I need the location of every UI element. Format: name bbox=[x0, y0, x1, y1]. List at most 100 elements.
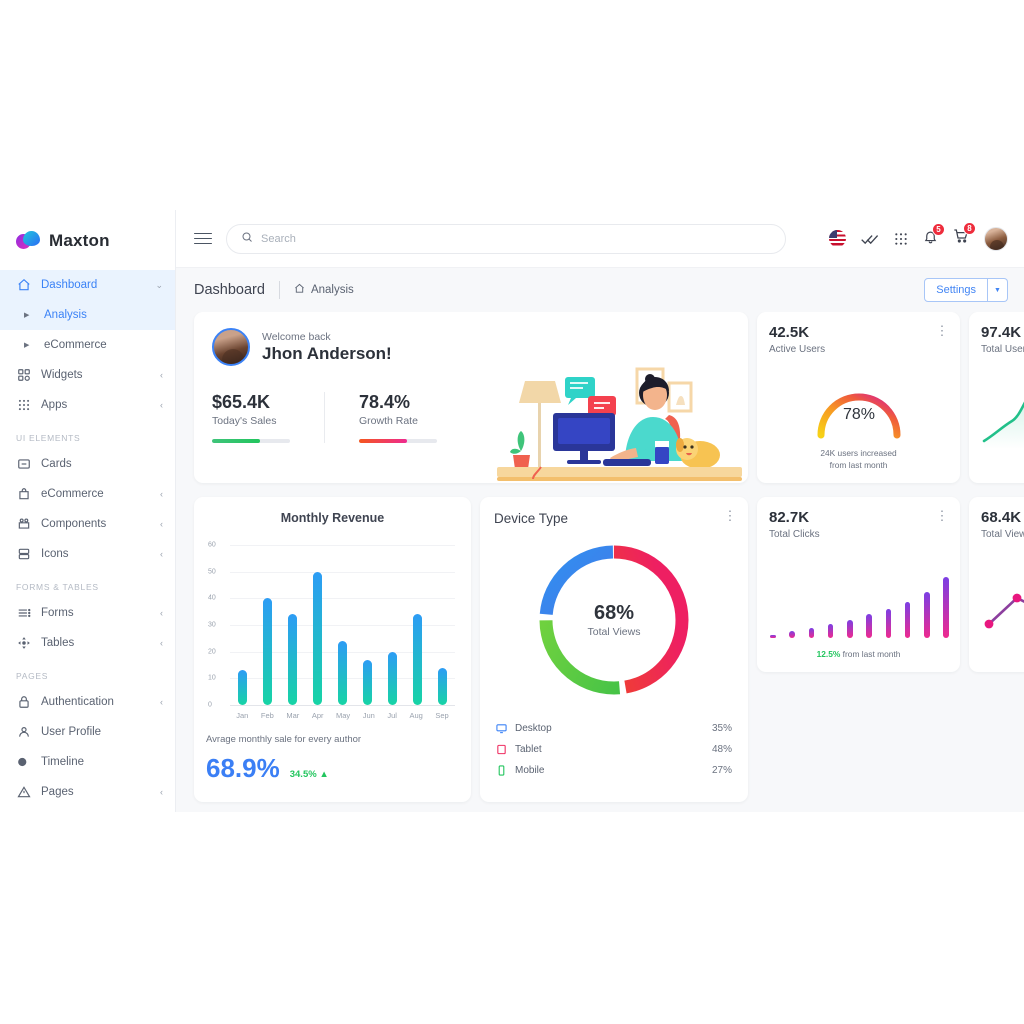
legend-value: 27% bbox=[711, 765, 732, 776]
sidebar-item-user-profile[interactable]: User Profile bbox=[0, 717, 175, 747]
hamburger-icon[interactable] bbox=[194, 229, 212, 247]
sidebar-item-pages[interactable]: Pages ‹ bbox=[0, 777, 175, 807]
monthly-revenue-card: Monthly Revenue 60 50 40 30 20 10 0 Jan … bbox=[194, 497, 471, 802]
notification-badge: 5 bbox=[932, 222, 945, 236]
sidebar-item-ecommerce[interactable]: eCommerce ‹ bbox=[0, 479, 175, 509]
x-tick: Jul bbox=[387, 711, 397, 720]
chevron-left-icon: ‹ bbox=[160, 370, 163, 380]
topbar-icons: 5 8 bbox=[829, 222, 1008, 251]
sidebar-item-widgets[interactable]: Widgets ‹ bbox=[0, 360, 175, 390]
legend-item-mobile: Mobile 27% bbox=[494, 760, 734, 781]
x-tick: May bbox=[336, 711, 351, 720]
brand-name: Maxton bbox=[49, 231, 110, 250]
mobile-icon bbox=[496, 765, 507, 776]
stat-label: Today's Sales bbox=[212, 415, 277, 427]
sidebar-item-tables[interactable]: Tables ‹ bbox=[0, 628, 175, 658]
us-flag-icon bbox=[829, 230, 846, 247]
dashboard-app: Maxton Dashboard ⌄ ▶ Analysis ▶ eCommerc… bbox=[0, 210, 1024, 812]
stat-label: Active Users bbox=[769, 343, 826, 355]
kebab-menu-icon[interactable]: ⋮ bbox=[936, 509, 950, 522]
main-area: 5 8 Dashboard Analysis Settings ▼ bbox=[176, 210, 1024, 812]
home-icon bbox=[16, 278, 31, 293]
legend-item-tablet: Tablet 48% bbox=[494, 739, 734, 760]
chevron-left-icon: ‹ bbox=[160, 519, 163, 529]
active-users-card: ⋮ 42.5K Active Users 78% 24K users incre… bbox=[757, 312, 960, 483]
sidebar-section-ui-elements: UI ELEMENTS bbox=[16, 433, 81, 443]
total-views-card: ⋮ 68.4K Total Views 35K users increas bbox=[969, 497, 1024, 672]
total-clicks-card: ⋮ 82.7K Total Clicks 12.5% from last mon… bbox=[757, 497, 960, 672]
chevron-left-icon: ‹ bbox=[160, 638, 163, 648]
sidebar-item-dashboard[interactable]: Dashboard ⌄ bbox=[0, 270, 175, 300]
dashboard-content: Welcome back Jhon Anderson! $65.4K Today… bbox=[176, 312, 1024, 812]
cart-button[interactable]: 8 bbox=[953, 222, 976, 249]
revenue-note: Avrage monthly sale for every author bbox=[206, 734, 362, 745]
sidebar: Maxton Dashboard ⌄ ▶ Analysis ▶ eCommerc… bbox=[0, 210, 176, 812]
sidebar-item-label: Authentication bbox=[41, 696, 114, 708]
kebab-menu-icon[interactable]: ⋮ bbox=[936, 324, 950, 337]
sidebar-item-ecommerce-sub[interactable]: ▶ eCommerce bbox=[0, 330, 175, 360]
bar-series bbox=[230, 545, 455, 705]
x-tick: Apr bbox=[311, 711, 324, 720]
settings-dropdown-toggle[interactable]: ▼ bbox=[988, 278, 1008, 302]
settings-button[interactable]: Settings bbox=[924, 278, 988, 302]
sidebar-item-label: Components bbox=[41, 518, 107, 530]
x-tick: Sep bbox=[435, 711, 449, 720]
timeline-icon bbox=[16, 755, 31, 770]
sidebar-item-timeline[interactable]: Timeline bbox=[0, 747, 175, 777]
x-tick: Feb bbox=[260, 711, 274, 720]
sidebar-item-label: Icons bbox=[41, 548, 69, 560]
sidebar-item-label: eCommerce bbox=[41, 488, 104, 500]
breadcrumb-item-analysis[interactable]: Analysis bbox=[294, 283, 354, 297]
welcome-illustration bbox=[497, 367, 742, 481]
apps-grid-icon[interactable] bbox=[894, 232, 908, 246]
footer-line-2: from last month bbox=[829, 460, 888, 471]
device-type-card: ⋮ Device Type 68% Total Views Desktop 35… bbox=[480, 497, 748, 802]
caret-up-icon: ▲ bbox=[319, 769, 329, 780]
user-icon bbox=[16, 725, 31, 740]
search-input[interactable] bbox=[261, 232, 771, 245]
svg-text:78%: 78% bbox=[842, 406, 874, 423]
tablet-icon bbox=[496, 744, 507, 755]
search-box[interactable] bbox=[226, 223, 786, 254]
total-views-footer: 35K users increased from last month bbox=[969, 637, 1024, 661]
chevron-left-icon: ‹ bbox=[160, 608, 163, 618]
brand[interactable]: Maxton bbox=[0, 210, 175, 270]
double-check-icon[interactable] bbox=[861, 232, 879, 246]
delta-suffix: from last month bbox=[842, 649, 901, 660]
avatar bbox=[212, 328, 250, 366]
chevron-left-icon: ‹ bbox=[160, 787, 163, 797]
total-users-sparkline bbox=[982, 400, 1024, 449]
topbar: 5 8 bbox=[176, 210, 1024, 268]
legend-label: Desktop bbox=[515, 723, 552, 734]
sidebar-item-label: Dashboard bbox=[41, 279, 98, 291]
breadcrumb-label: Analysis bbox=[310, 284, 354, 296]
sidebar-item-icons[interactable]: Icons ‹ bbox=[0, 539, 175, 569]
sidebar-item-authentication[interactable]: Authentication ‹ bbox=[0, 687, 175, 717]
language-flag-button[interactable] bbox=[829, 230, 846, 247]
notifications-button[interactable]: 5 bbox=[923, 222, 945, 249]
avatar[interactable] bbox=[984, 226, 1008, 251]
sidebar-item-cards[interactable]: Cards bbox=[0, 449, 175, 479]
sidebar-item-apps[interactable]: Apps ‹ bbox=[0, 390, 175, 420]
chart-title: Device Type bbox=[494, 511, 569, 526]
legend-value: 35% bbox=[711, 723, 732, 734]
sidebar-item-label: Analysis bbox=[44, 309, 87, 321]
page-title: Dashboard bbox=[194, 282, 265, 298]
sidebar-item-forms[interactable]: Forms ‹ bbox=[0, 598, 175, 628]
total-clicks-sparkline bbox=[770, 576, 949, 638]
progress-bar bbox=[212, 439, 290, 443]
sidebar-section-forms-tables: FORMS & TABLES bbox=[16, 582, 99, 592]
legend-value: 48% bbox=[711, 744, 732, 755]
welcome-greeting: Welcome back bbox=[262, 330, 331, 343]
kebab-menu-icon[interactable]: ⋮ bbox=[724, 509, 738, 522]
revenue-delta: 34.5% ▲ bbox=[289, 769, 329, 780]
sidebar-item-components[interactable]: Components ‹ bbox=[0, 509, 175, 539]
total-users-footer: 12.5% from last month bbox=[969, 460, 1024, 472]
sidebar-item-analysis[interactable]: ▶ Analysis bbox=[0, 300, 175, 330]
donut-sublabel: Total Views bbox=[587, 626, 641, 638]
forms-icon bbox=[16, 606, 31, 621]
breadcrumb-divider bbox=[278, 281, 280, 299]
sidebar-item-label: Timeline bbox=[41, 756, 85, 768]
chevron-down-icon: ⌄ bbox=[155, 279, 163, 290]
total-users-card: ⋮ 97.4K Total Users 12.5% from last mont… bbox=[969, 312, 1024, 483]
